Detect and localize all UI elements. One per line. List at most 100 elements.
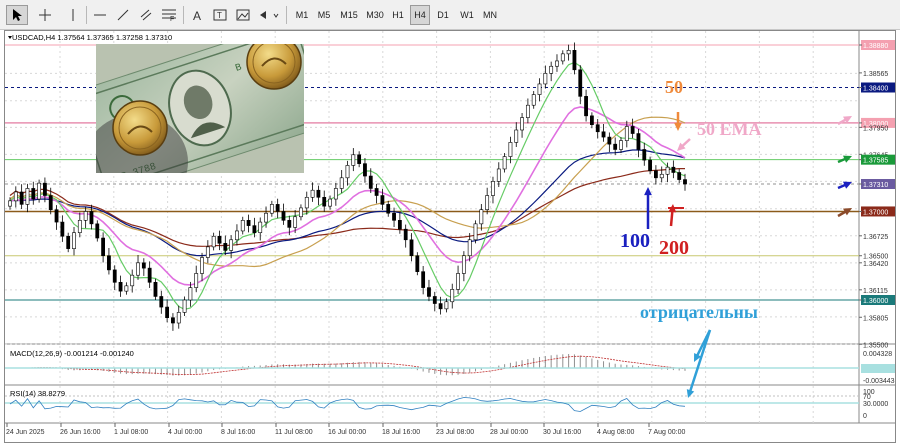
chart-header: USDCAD,H4 1.37564 1.37365 1.37258 1.3731…: [12, 33, 172, 42]
candle-body: [461, 255, 466, 274]
time-label: 11 Jul 08:00: [275, 429, 313, 436]
candle-body: [322, 196, 327, 207]
candle-body: [363, 163, 367, 177]
candle-body: [165, 306, 170, 319]
candle-body: [141, 262, 146, 269]
price-label-highlight: 1.38400: [863, 86, 888, 93]
candle-body: [72, 232, 76, 249]
rsi-header: RSI(14) 38.8279: [10, 389, 65, 398]
price-label: 1.37950: [863, 125, 888, 132]
candle-body: [496, 168, 501, 182]
rsi-line: [5, 395, 859, 412]
candle-body: [409, 239, 414, 257]
candle-body: [432, 296, 437, 304]
candle-body: [37, 182, 41, 200]
price-label: 1.36500: [863, 254, 888, 261]
candle-body: [450, 289, 455, 303]
candle-body: [403, 228, 408, 241]
candle-body: [485, 195, 490, 210]
candle-body: [293, 216, 298, 228]
candle-body: [386, 204, 391, 214]
price-label-highlight: 1.37000: [863, 209, 888, 216]
candle-body: [136, 262, 140, 276]
time-label: 28 Jul 00:00: [490, 429, 528, 436]
rsi-scale-label: 0: [863, 413, 867, 420]
candle-body: [182, 299, 187, 313]
candle-body: [229, 239, 234, 251]
candle-body: [537, 83, 542, 95]
candle-body: [520, 117, 524, 131]
candle-body: [264, 212, 268, 223]
candle-body: [258, 221, 263, 234]
candle-body: [153, 281, 158, 297]
rsi-scale-label: 30.0000: [863, 401, 888, 408]
candle-body: [619, 140, 623, 150]
candle-body: [659, 173, 664, 179]
time-label: 4 Aug 08:00: [597, 429, 634, 436]
candle-body: [677, 172, 682, 180]
price-label: 1.38565: [863, 71, 888, 78]
candle-body: [310, 189, 315, 198]
candle-body: [514, 129, 519, 143]
candle-body: [333, 188, 338, 200]
candle-body: [642, 149, 647, 161]
candle-body: [427, 287, 431, 297]
macd-header: MACD(12,26,9) -0.001214 -0.001240: [10, 349, 134, 358]
candle-body: [83, 211, 88, 221]
candle-body: [54, 209, 59, 223]
time-label: 30 Jul 16:00: [543, 429, 581, 436]
candle-body: [467, 239, 472, 257]
rsi-arrow-icon: [686, 389, 695, 398]
candle-body: [648, 159, 652, 172]
candle-body: [43, 182, 47, 196]
rsi-line-path: [9, 397, 686, 412]
candle-body: [345, 165, 350, 179]
candle-body: [473, 223, 478, 241]
candle-body: [438, 303, 443, 310]
candle-body: [683, 179, 687, 185]
candle-body: [397, 220, 402, 230]
candle-body: [665, 166, 670, 175]
price-label-highlight: 1.37585: [863, 158, 888, 165]
time-label: 8 Jul 16:00: [221, 429, 255, 436]
price-axis: 1.388801.385651.384001.380001.379501.376…: [859, 40, 895, 420]
candle-body: [415, 255, 420, 272]
time-label: 18 Jul 16:00: [382, 429, 420, 436]
macd-scale-label: 0.004328: [863, 351, 892, 358]
candle-body: [624, 126, 629, 141]
candle-body: [543, 73, 548, 85]
time-axis: 24 Jun 2025 26 Jun 16:00 1 Jul 08:00 4 Jul …: [6, 423, 685, 436]
candle-body: [368, 175, 373, 189]
candle-body: [200, 257, 204, 274]
candle-body: [595, 124, 600, 133]
candle-body: [217, 235, 222, 244]
candle-body: [444, 301, 449, 310]
candle-body: [654, 170, 658, 179]
candle-body: [8, 200, 12, 207]
ma50-annotation-label: 50: [665, 77, 683, 97]
candle-body: [339, 177, 344, 189]
candle-body: [159, 296, 164, 308]
candle-body: [531, 94, 536, 106]
candle-body: [66, 235, 71, 249]
candle-body: [112, 269, 117, 283]
candle-body: [636, 133, 641, 150]
candle-body: [275, 204, 280, 212]
candle-body: [421, 271, 426, 288]
candle-body: [304, 196, 309, 209]
rsi-scale-label: 70: [863, 394, 871, 401]
candle-body: [380, 195, 385, 205]
candle-body: [13, 191, 18, 202]
annotations: 50 50 EMA 100 200 отрицательны: [620, 77, 852, 398]
candle-body: [578, 69, 583, 97]
candle-body: [211, 235, 216, 248]
candle-body: [549, 65, 554, 74]
candle-body: [281, 211, 286, 221]
candle-body: [502, 156, 507, 170]
candle-body: [613, 143, 618, 150]
macd-scale-label: -0.003443: [863, 378, 895, 385]
candle-body: [584, 96, 588, 117]
candle-body: [508, 142, 513, 157]
candle-body: [555, 60, 559, 67]
candle-body: [607, 136, 612, 145]
